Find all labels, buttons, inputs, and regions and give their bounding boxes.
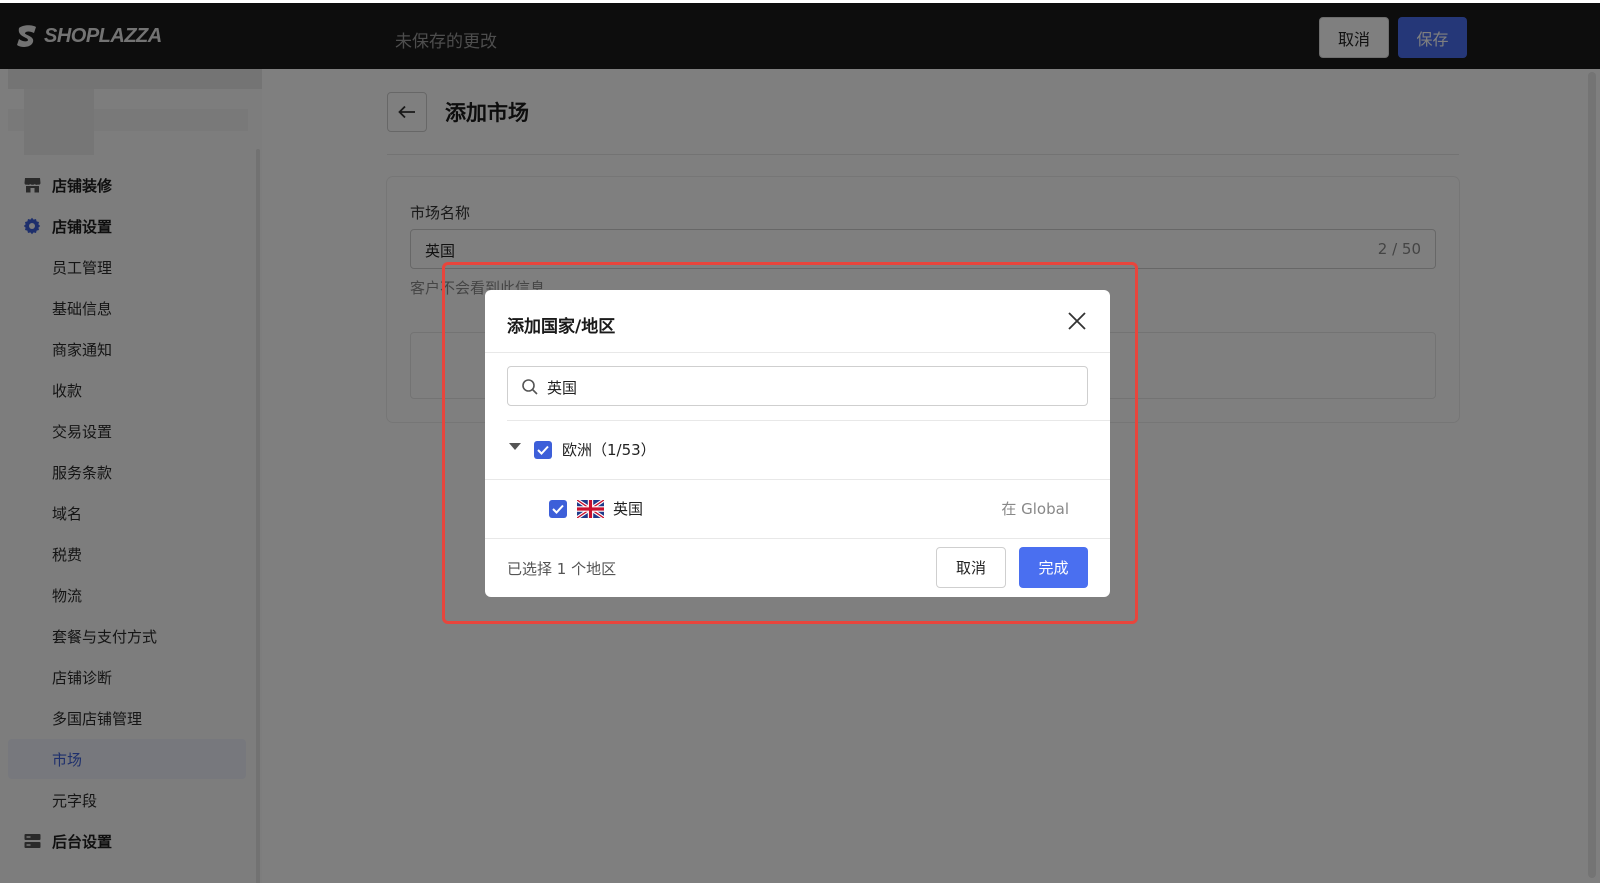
highlight-annotation [442,262,1138,624]
